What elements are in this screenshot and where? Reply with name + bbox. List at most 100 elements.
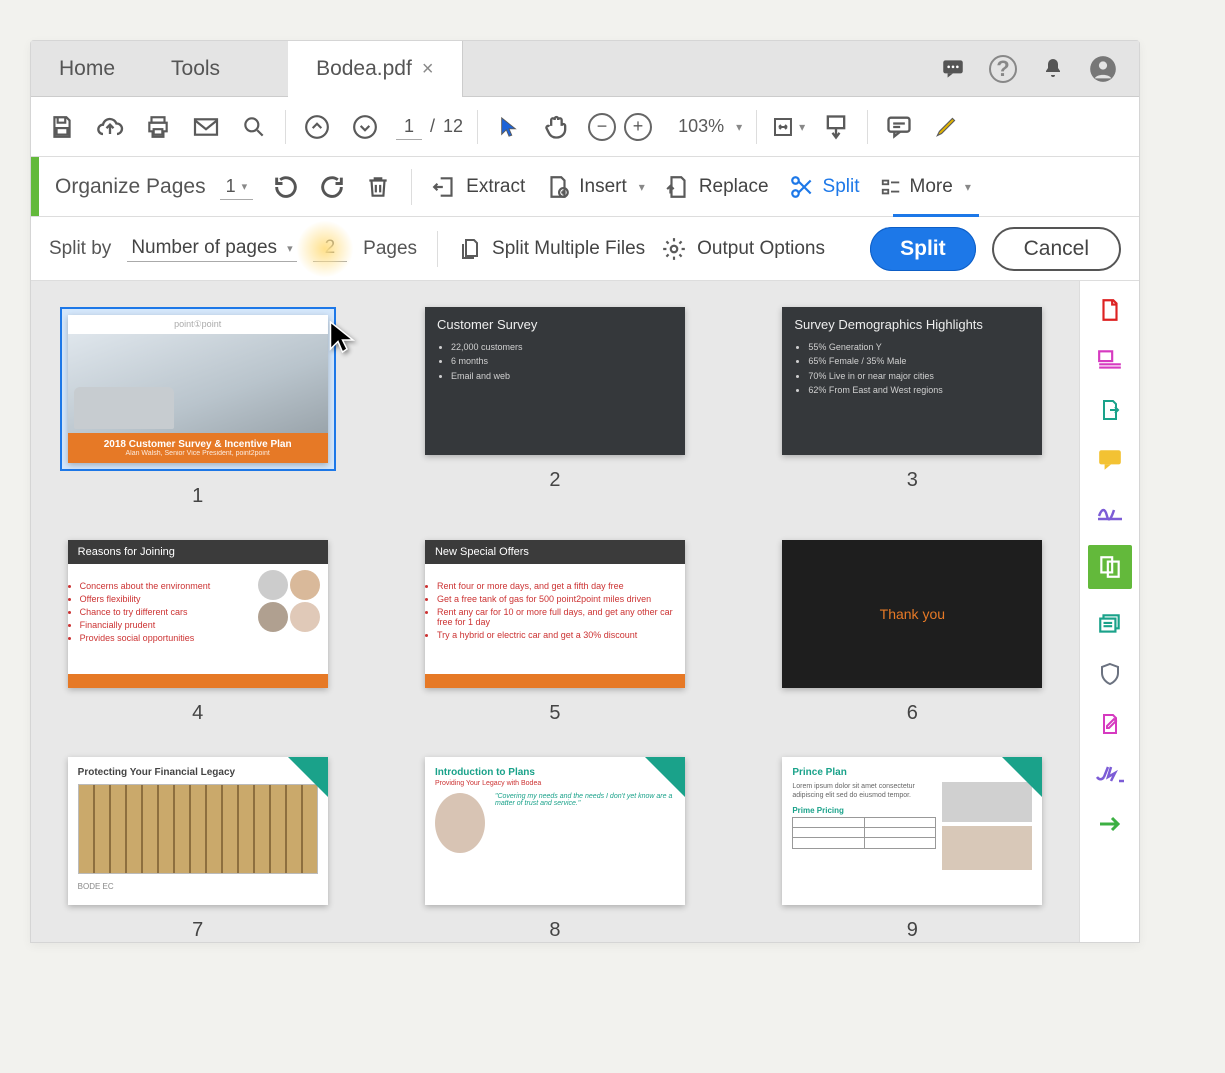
slide2-title: Customer Survey [437,317,673,332]
page-number: 3 [907,469,918,492]
page-number: 2 [549,469,560,492]
help-icon[interactable]: ? [989,55,1017,83]
tab-tools[interactable]: Tools [143,41,248,97]
slide8-title: Introduction to Plans [435,767,675,778]
zoom-caret-icon[interactable]: ▾ [736,120,742,134]
organize-pages-toolbar: Organize Pages 1▾ Extract Insert▾ Replac… [31,157,1139,217]
page-counter: 1 / 12 [396,114,463,140]
main-toolbar: 1 / 12 − + 103% ▾ ▾ [31,97,1139,157]
combine-icon[interactable] [1095,345,1125,375]
fit-width-icon[interactable]: ▾ [771,110,805,144]
pan-tool-icon[interactable] [540,110,574,144]
page-thumbnail-6[interactable]: Thank you 6 [764,540,1061,725]
zoom-level-selector[interactable]: 1▾ [220,174,254,200]
split-by-label: Split by [49,238,111,260]
organize-title: Organize Pages [55,175,206,199]
split-count-input[interactable]: 2 [313,235,348,262]
comment-tool-icon[interactable] [1095,445,1125,475]
output-options-label: Output Options [697,238,825,260]
organize-pages-icon[interactable] [1088,545,1132,589]
split-options-bar: Split by Number of pages▾ 2 Pages Split … [31,217,1139,281]
create-pdf-icon[interactable] [1095,295,1125,325]
page-number: 5 [549,702,560,725]
zoom-out-icon[interactable]: − [588,113,616,141]
zoom-level[interactable]: 103% [678,116,724,137]
slide6-title: Thank you [880,606,945,622]
email-icon[interactable] [189,110,223,144]
cancel-button[interactable]: Cancel [992,227,1121,271]
split-multiple-files-button[interactable]: Split Multiple Files [458,236,645,262]
insert-label: Insert [579,176,627,198]
slide1-sub: Alan Walsh, Senior Vice President, point… [76,450,320,457]
fill-sign-icon[interactable] [1095,495,1125,525]
search-icon[interactable] [237,110,271,144]
page-number: 8 [549,919,560,942]
page-number: 7 [192,919,203,942]
page-thumbnails-area[interactable]: point①point 2018 Customer Survey & Incen… [31,281,1079,942]
tab-home-label: Home [59,57,115,81]
redact-icon[interactable] [1095,609,1125,639]
page-thumbnail-5[interactable]: New Special Offers Rent four or more day… [406,540,703,725]
protect-icon[interactable] [1095,659,1125,689]
select-tool-icon[interactable] [492,110,526,144]
save-icon[interactable] [45,110,79,144]
slide9-title: Prince Plan [792,767,1032,778]
page-up-icon[interactable] [300,110,334,144]
cancel-label: Cancel [1024,237,1089,261]
slide1-title: 2018 Customer Survey & Incentive Plan [104,439,292,450]
title-tab-bar: Home Tools Bodea.pdf × ? [31,41,1139,97]
sign-icon[interactable] [1095,759,1125,789]
page-down-icon[interactable] [348,110,382,144]
extract-button[interactable]: Extract [422,168,535,206]
rotate-cw-icon[interactable] [313,168,351,206]
close-tab-icon[interactable]: × [422,58,434,81]
insert-button[interactable]: Insert▾ [535,168,655,206]
more-tools-icon[interactable] [1095,809,1125,839]
right-tool-rail [1079,281,1139,942]
rotate-ccw-icon[interactable] [267,168,305,206]
reading-mode-icon[interactable] [819,110,853,144]
more-button[interactable]: More▾ [870,170,981,204]
page-thumbnail-7[interactable]: Protecting Your Financial Legacy BODE EC… [49,757,346,942]
comment-icon[interactable] [882,110,916,144]
page-thumbnail-9[interactable]: Prince Plan Lorem ipsum dolor sit amet c… [764,757,1061,942]
page-current-input[interactable]: 1 [396,114,422,140]
page-thumbnail-1[interactable]: point①point 2018 Customer Survey & Incen… [49,307,346,508]
slide3-title: Survey Demographics Highlights [794,317,1030,332]
page-number: 4 [192,702,203,725]
page-number: 6 [907,702,918,725]
split-confirm-button[interactable]: Split [870,227,976,271]
split-method-select[interactable]: Number of pages▾ [127,235,296,262]
output-options-button[interactable]: Output Options [661,236,825,262]
print-icon[interactable] [141,110,175,144]
split-button[interactable]: Split [779,168,870,206]
page-thumbnail-4[interactable]: Reasons for Joining Concerns about the e… [49,540,346,725]
zoom-in-icon[interactable]: + [624,113,652,141]
chat-icon[interactable] [939,55,967,83]
delete-icon[interactable] [359,168,397,206]
tab-home[interactable]: Home [31,41,143,97]
page-thumbnail-2[interactable]: Customer Survey 22,000 customers6 months… [406,307,703,508]
split-count-suffix: Pages [363,238,417,260]
tab-tools-label: Tools [171,57,220,81]
organize-accent [31,157,39,216]
page-thumbnail-8[interactable]: Introduction to Plans Providing Your Leg… [406,757,703,942]
split-count-value: 2 [313,235,348,262]
notifications-icon[interactable] [1039,55,1067,83]
tab-document[interactable]: Bodea.pdf × [288,41,462,97]
split-label: Split [823,176,860,198]
replace-label: Replace [699,176,769,198]
slide4-title: Reasons for Joining [68,540,328,564]
page-number: 9 [907,919,918,942]
page-thumbnail-3[interactable]: Survey Demographics Highlights 55% Gener… [764,307,1061,508]
page-sep: / [430,116,435,137]
more-label: More [910,176,953,198]
replace-button[interactable]: Replace [655,168,779,206]
account-icon[interactable] [1089,55,1117,83]
highlighter-icon[interactable] [930,110,964,144]
split-confirm-label: Split [900,237,946,261]
cloud-upload-icon[interactable] [93,110,127,144]
page-total: 12 [443,116,463,137]
export-pdf-icon[interactable] [1095,395,1125,425]
edit-pdf-icon[interactable] [1095,709,1125,739]
